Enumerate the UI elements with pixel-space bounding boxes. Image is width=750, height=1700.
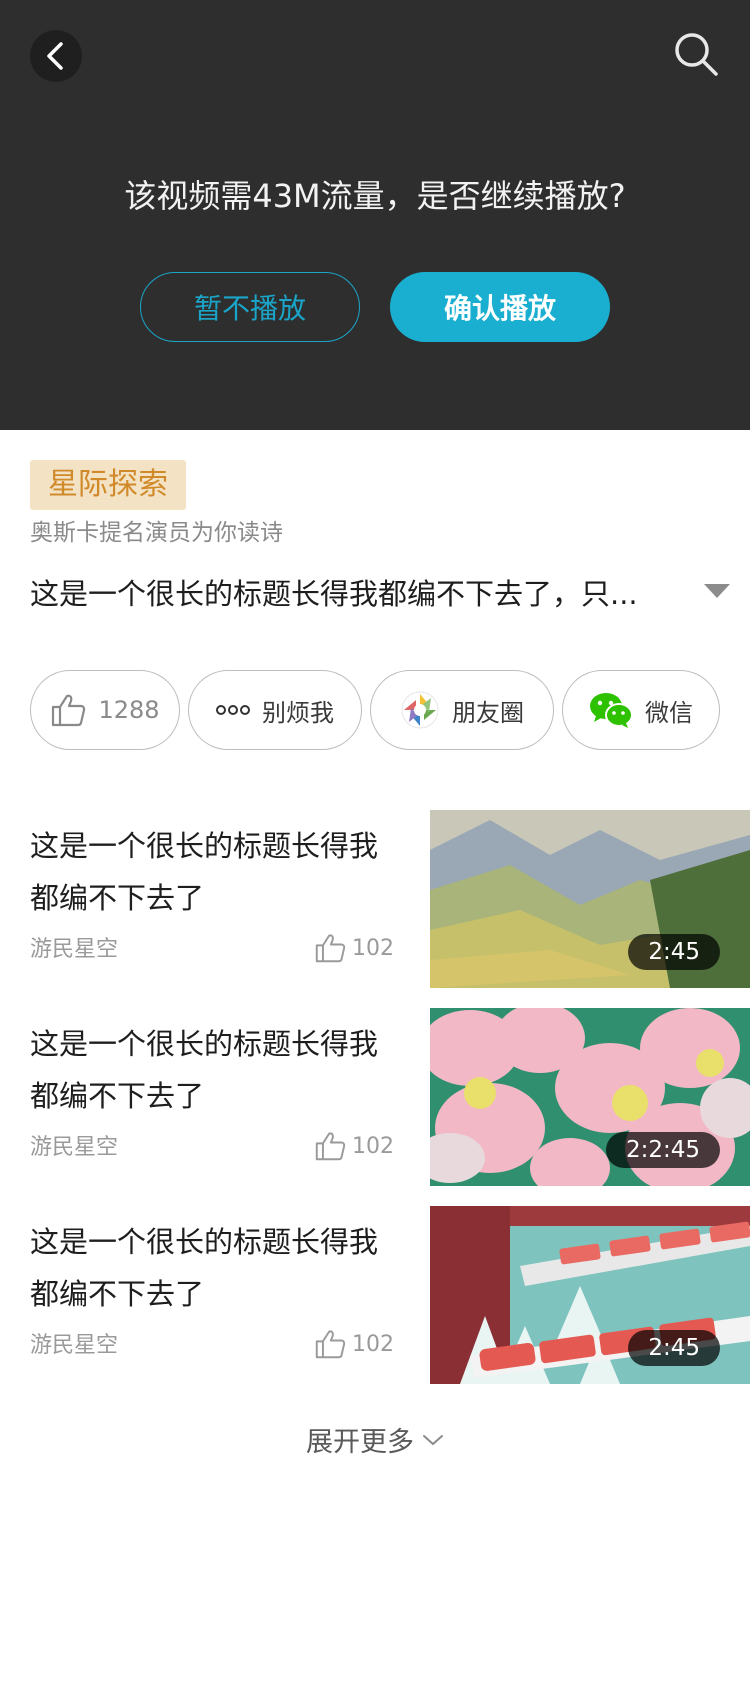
- more-dots-icon: [216, 704, 250, 716]
- video-duration: 2:2:45: [605, 1132, 720, 1168]
- search-icon: [675, 33, 718, 76]
- chevron-down-icon: [423, 1434, 443, 1445]
- video-thumbnail[interactable]: 2:45: [430, 1206, 750, 1384]
- do-not-disturb-label: 别烦我: [262, 698, 334, 727]
- expand-more-button[interactable]: 展开更多: [0, 1420, 750, 1459]
- video-title: 这是一个很长的标题长得我都编不下去了，只...: [30, 577, 638, 611]
- chevron-left-icon: [47, 42, 63, 70]
- share-moments-button[interactable]: 朋友圈: [370, 670, 554, 750]
- list-item-like-count: 102: [352, 935, 394, 961]
- confirm-play-button[interactable]: 确认播放: [390, 272, 610, 342]
- back-button[interactable]: [30, 30, 82, 82]
- like-button[interactable]: 1288: [30, 670, 180, 750]
- like-count: 1288: [98, 696, 160, 724]
- thumbs-up-icon: [315, 1330, 346, 1359]
- list-item-author: 游民星空: [30, 1135, 119, 1160]
- wechat-icon: [589, 691, 633, 729]
- thumbs-up-icon: [315, 1132, 346, 1161]
- video-duration: 2:45: [628, 1330, 720, 1366]
- list-item[interactable]: 这是一个很长的标题长得我都编不下去了 游民星空 102: [0, 1008, 750, 1186]
- list-item[interactable]: 这是一个很长的标题长得我都编不下去了 游民星空 102 2:45: [0, 810, 750, 988]
- video-duration: 2:45: [628, 934, 720, 970]
- list-item-like-count: 102: [352, 1133, 394, 1159]
- data-usage-prompt: 该视频需43M流量，是否继续播放?: [124, 177, 626, 215]
- category-tag[interactable]: 星际探索: [30, 460, 186, 510]
- thumbs-up-icon: [50, 693, 86, 727]
- list-item[interactable]: 这是一个很长的标题长得我都编不下去了 游民星空 102: [0, 1206, 750, 1384]
- wechat-label: 微信: [645, 698, 693, 727]
- list-item-title: 这是一个很长的标题长得我都编不下去了: [30, 1027, 379, 1113]
- video-title-row[interactable]: 这是一个很长的标题长得我都编不下去了，只...: [30, 570, 730, 618]
- list-item-author: 游民星空: [30, 1333, 119, 1358]
- do-not-disturb-button[interactable]: 别烦我: [188, 670, 362, 750]
- video-subtitle: 奥斯卡提名演员为你读诗: [30, 520, 283, 546]
- expand-triangle-icon[interactable]: [704, 584, 730, 598]
- moments-shutter-icon: [400, 690, 440, 730]
- video-player: 该视频需43M流量，是否继续播放? 暂不播放 确认播放: [0, 0, 750, 430]
- expand-more-label: 展开更多: [306, 1427, 414, 1458]
- list-item-like-count: 102: [352, 1331, 394, 1357]
- moments-label: 朋友圈: [452, 698, 524, 727]
- video-thumbnail[interactable]: 2:45: [430, 810, 750, 988]
- share-wechat-button[interactable]: 微信: [562, 670, 720, 750]
- list-item-like[interactable]: 102: [314, 930, 394, 966]
- list-item-like[interactable]: 102: [314, 1128, 394, 1164]
- list-item-title: 这是一个很长的标题长得我都编不下去了: [30, 1225, 379, 1311]
- thumbs-up-icon: [315, 934, 346, 963]
- list-item-author: 游民星空: [30, 937, 119, 962]
- skip-play-button[interactable]: 暂不播放: [140, 272, 360, 342]
- list-item-like[interactable]: 102: [314, 1326, 394, 1362]
- search-button[interactable]: [668, 26, 724, 82]
- video-thumbnail[interactable]: 2:2:45: [430, 1008, 750, 1186]
- list-item-title: 这是一个很长的标题长得我都编不下去了: [30, 829, 379, 915]
